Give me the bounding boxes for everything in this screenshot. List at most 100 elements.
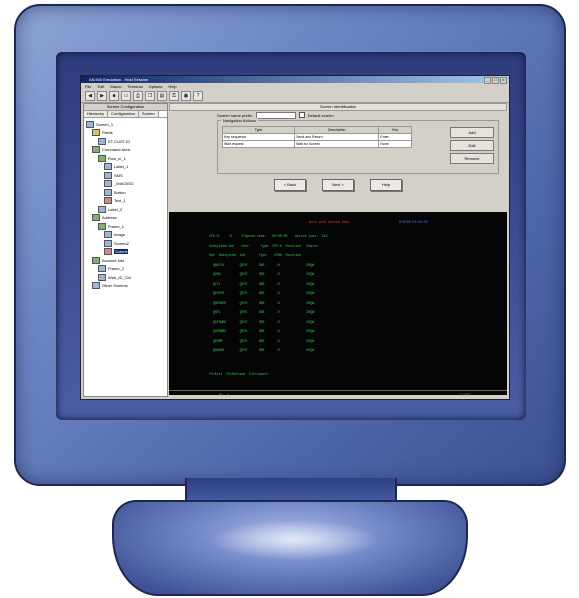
terminal-line: QBATCH QSYS SBS .0 DEQW (209, 262, 315, 267)
screen-name-input[interactable] (255, 111, 296, 119)
tree-node[interactable]: Label_1 (86, 163, 165, 172)
terminal-line: CPU %: .0 Elapsed time: 00:00:00 Active … (209, 234, 328, 238)
tree-node[interactable]: Frame_1 (86, 222, 165, 231)
table-cell: Wait request (221, 140, 296, 148)
terminal-header-system: SYSTEM 01/02/03 (399, 220, 428, 224)
tab-screen[interactable]: Screen (138, 111, 159, 117)
section-title: Screen Identification (169, 103, 507, 111)
tree-node[interactable]: Web_ID_Ctrl (86, 273, 165, 282)
add-button[interactable]: Add (450, 127, 494, 138)
tree-node[interactable]: Text_1 (86, 197, 165, 206)
print-icon[interactable]: ⎙ (133, 91, 143, 101)
terminal-line: Opt Subsystem Job Type CPU% Function (209, 253, 301, 257)
tree-node-icon (104, 163, 112, 171)
terminal-function-keys: F3=Exit F5=Refresh F12=Cancel (209, 372, 269, 376)
tree-node-icon (86, 120, 94, 128)
macro-icon[interactable]: ▣ (181, 91, 191, 101)
forward-icon[interactable]: ▶ (97, 91, 107, 101)
terminal-line: QPGMR QSYS SBS .0 DEQW (209, 338, 315, 343)
back-button[interactable]: < Back (274, 179, 306, 191)
default-screen-checkbox[interactable] (298, 112, 305, 118)
edit-button[interactable]: Edit (450, 140, 494, 151)
tree-node[interactable]: Frame_2 (86, 265, 165, 274)
tree-node[interactable]: _IMAGE02 (86, 180, 165, 189)
close-button[interactable]: x (500, 77, 507, 84)
status-right: 12/075 (459, 393, 471, 397)
tree-node-icon (104, 239, 112, 247)
tree-node[interactable]: Label_2 (86, 205, 165, 214)
menu-file[interactable]: File (85, 83, 91, 90)
stand-highlight (210, 520, 380, 560)
menu-terminal[interactable]: Terminal (127, 83, 142, 90)
tree-node-label: Text_1 (114, 198, 126, 204)
tree-panel: Screen Configuration Hierarchy Configura… (83, 103, 168, 397)
monitor-stand (112, 500, 468, 596)
tree-node-label: Row_ln_1 (108, 155, 126, 161)
back-icon[interactable]: ◀ (85, 91, 95, 101)
group-title: Navigation Actions (221, 118, 258, 123)
terminal-line: QCTL QSYS SBS .0 DEQW (209, 281, 315, 286)
key-icon[interactable]: ⚿ (169, 91, 179, 101)
tree-node-label: Label_2 (108, 206, 123, 212)
toolbar: ◀ ▶ ■ ▭ ⎙ ❐ ▤ ⚿ ▣ ? (81, 90, 509, 103)
tree-node[interactable]: Screen_1 (86, 120, 165, 129)
tree-node[interactable]: Submit (86, 248, 165, 257)
tree-node[interactable]: Command Area (86, 146, 165, 155)
default-screen-label: Default screen (307, 112, 334, 118)
tree-node-icon (104, 231, 112, 239)
paste-icon[interactable]: ▤ (157, 91, 167, 101)
tree-node[interactable]: Screen2 (86, 239, 165, 248)
tree-node-label: Button (114, 189, 126, 195)
actions-table: Type Description Key Key sequence Send a… (221, 126, 412, 148)
terminal-line: QSYSWRK QSYS SBS .0 DEQW (209, 319, 315, 324)
screen-display: AS/400 Emulation - Host Session _ □ x Fi… (80, 75, 510, 400)
table-cell: Send and Return (294, 133, 380, 141)
next-button[interactable]: Next > (322, 179, 354, 191)
terminal-line: QINTER QSYS SBS .0 DEQW (209, 291, 315, 295)
tree-node[interactable]: Row_ln_1 (86, 154, 165, 163)
tree-node-icon (104, 171, 112, 179)
column-header[interactable]: Key (378, 126, 412, 134)
copy-icon[interactable]: ❐ (145, 91, 155, 101)
help-icon[interactable]: ? (193, 91, 203, 101)
tree-node[interactable]: Button (86, 188, 165, 197)
tree-node-icon (92, 129, 100, 137)
menu-bar: File Edit Macro Terminal Options Help (81, 83, 509, 90)
terminal-line: Subsystem/Job User Type CPU % Function S… (209, 243, 319, 248)
menu-macro[interactable]: Macro (110, 83, 121, 90)
table-row[interactable]: Wait request Wait for Screen None (221, 140, 412, 148)
tree-node[interactable]: Address (86, 214, 165, 223)
column-header[interactable]: Description (294, 126, 380, 134)
action-buttons: Add Edit Remove (450, 127, 494, 164)
tab-configuration[interactable]: Configuration (108, 111, 139, 117)
menu-options[interactable]: Options (149, 83, 163, 90)
tree-node-icon (98, 137, 106, 145)
menu-edit[interactable]: Edit (97, 83, 104, 90)
window-controls: _ □ x (484, 77, 507, 84)
tree-node[interactable]: Other Screens (86, 282, 165, 291)
tree-node[interactable]: Fields (86, 129, 165, 138)
tree-node[interactable]: Account Info (86, 256, 165, 265)
table-row[interactable]: Key sequence Send and Return Enter (221, 133, 412, 141)
screen-icon[interactable]: ▭ (121, 91, 131, 101)
remove-button[interactable]: Remove (450, 153, 494, 164)
terminal-line: QUSRWRK QSYS SBS .0 DEQW (209, 329, 315, 333)
help-button[interactable]: Help (370, 179, 402, 191)
tab-hierarchy[interactable]: Hierarchy (84, 111, 109, 117)
tree-node[interactable]: SMS (86, 171, 165, 180)
column-header[interactable]: Type (221, 126, 296, 134)
menu-help[interactable]: Help (168, 83, 176, 90)
tree-node-label: Web_ID_Ctrl (108, 274, 131, 280)
tree-node[interactable]: ET-CUST-ID (86, 137, 165, 146)
tree-node-label: SMS (114, 172, 123, 178)
maximize-button[interactable]: □ (492, 77, 499, 84)
terminal-status-bar: MA A 12/075 (169, 390, 507, 397)
navigation-actions-group: Navigation Actions Type Description Key … (217, 118, 499, 174)
stop-icon[interactable]: ■ (109, 91, 119, 101)
terminal-screen[interactable]: Work with Active Jobs SYSTEM 01/02/03 CP… (169, 212, 507, 397)
tree-node[interactable]: Image (86, 231, 165, 240)
minimize-button[interactable]: _ (484, 77, 491, 84)
tree-node-icon (98, 222, 106, 230)
window-title: AS/400 Emulation - Host Session (89, 77, 149, 82)
tree-node-icon (92, 256, 100, 264)
